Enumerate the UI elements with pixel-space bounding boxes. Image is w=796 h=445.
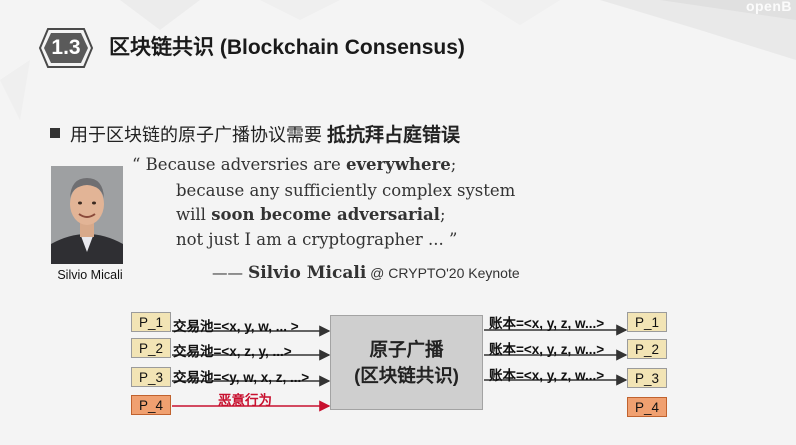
malicious-label: 恶意行为: [218, 393, 272, 408]
slide: openB 1.3 区块链共识 (Blockchain Consensus) 用…: [0, 0, 796, 445]
bullet-prefix: 用于区块链的原子广播协议需要: [70, 125, 322, 145]
right-node-p2: P_2: [627, 339, 667, 359]
bullet-square-icon: [50, 128, 60, 138]
bullet-emphasis: 抵抗拜占庭错误: [327, 125, 461, 146]
quote-line-3: will soon become adversarial;: [176, 205, 446, 224]
right-node-p3: P_3: [627, 368, 667, 388]
left-node-p4-malicious: P_4: [131, 395, 171, 415]
section-number: 1.3: [51, 36, 81, 59]
photo-caption: Silvio Micali: [57, 268, 123, 282]
right-node-p1: P_1: [627, 312, 667, 332]
quote-line-2: because any sufficiently complex system: [176, 181, 516, 200]
input-label-2: 交易池=<x, z, y, ...>: [173, 344, 292, 359]
quote-line-4: not just I am a cryptographer ... ”: [176, 230, 458, 249]
output-label-2: 账本=<x, y, z, w...>: [489, 342, 605, 357]
left-node-p3: P_3: [131, 367, 171, 387]
atomic-broadcast-box: 原子广播 (区块链共识): [330, 315, 483, 410]
output-label-3: 账本=<x, y, z, w...>: [489, 368, 605, 383]
quote-attribution: —— Silvio Micali @ CRYPTO'20 Keynote: [212, 263, 520, 283]
center-box-line-1: 原子广播: [369, 338, 444, 360]
input-label-1: 交易池=<x, y, w, ... >: [173, 319, 299, 334]
watermark: openB: [745, 0, 792, 14]
input-label-3: 交易池=<y, w, x, z, ...>: [173, 370, 310, 385]
slide-title: 区块链共识 (Blockchain Consensus): [109, 36, 465, 59]
center-box-line-2: (区块链共识): [354, 364, 459, 386]
left-node-p1: P_1: [131, 312, 171, 332]
output-label-1: 账本=<x, y, z, w...>: [489, 316, 605, 331]
bullet-point: 用于区块链的原子广播协议需要 抵抗拜占庭错误: [70, 120, 460, 147]
quote-line-1: “ Because adversries are everywhere;: [132, 155, 457, 174]
portrait-photo: [51, 166, 123, 264]
right-node-p4-malicious: P_4: [627, 397, 667, 417]
left-node-p2: P_2: [131, 338, 171, 358]
